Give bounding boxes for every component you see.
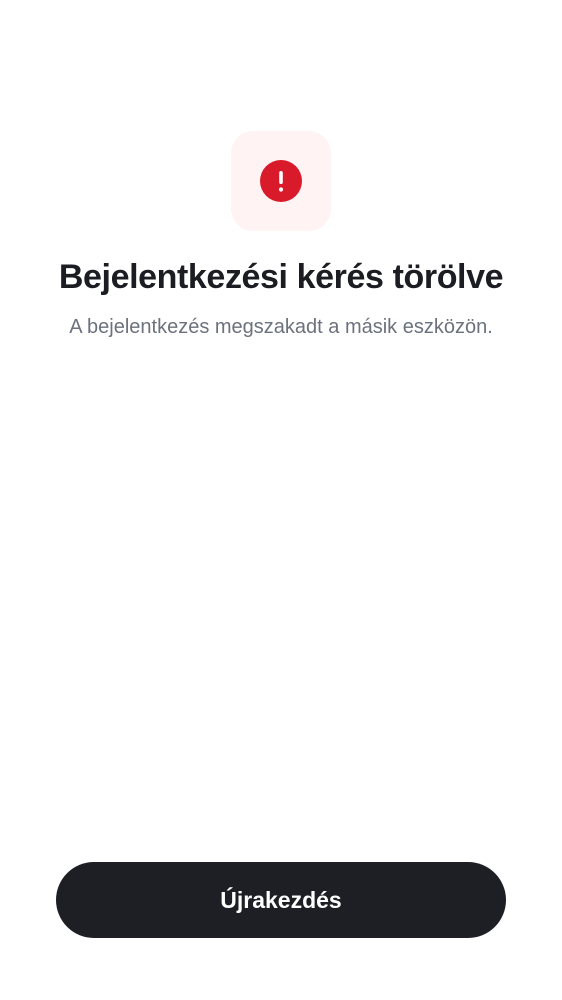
alert-icon (260, 160, 302, 202)
exclamation-mark-icon (278, 171, 284, 192)
alert-icon-tile (231, 131, 331, 231)
status-message: A bejelentkezés megszakadt a másik eszkö… (69, 316, 493, 338)
restart-button[interactable]: Újrakezdés (56, 862, 506, 938)
page-title: Bejelentkezési kérés törölve (58, 258, 504, 296)
